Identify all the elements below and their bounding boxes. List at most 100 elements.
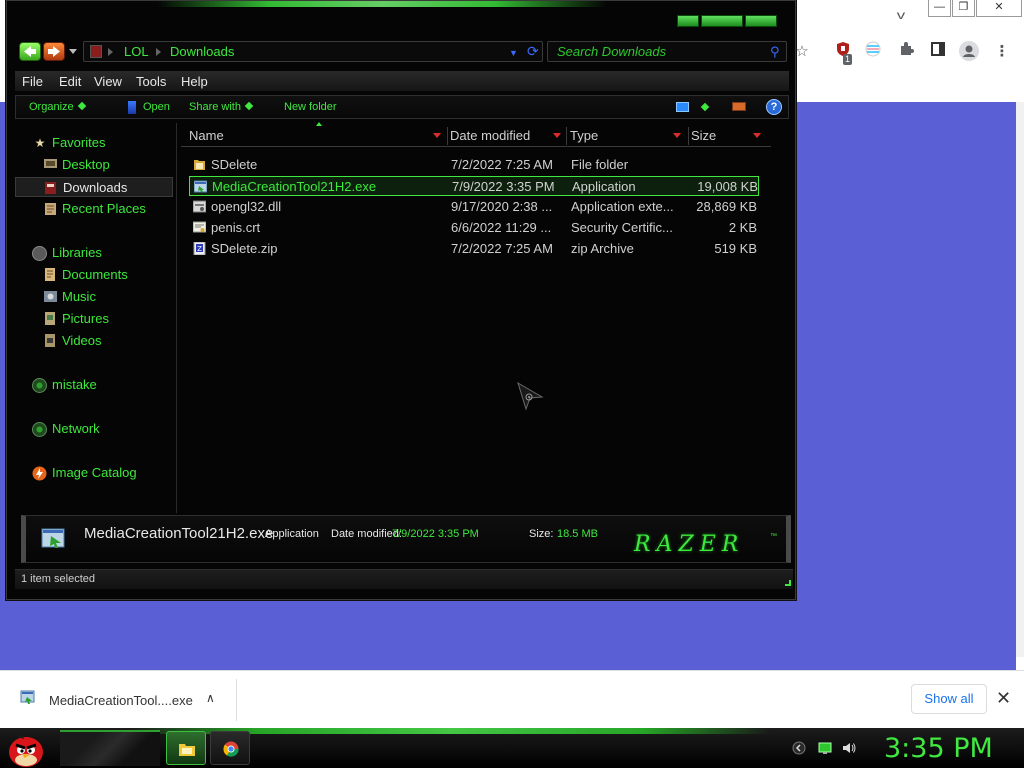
resize-grip-icon[interactable] (785, 580, 791, 586)
star-icon: ★ (34, 136, 46, 150)
column-name-dropdown-icon[interactable] (433, 133, 441, 138)
exe-file-icon (20, 690, 35, 704)
nav-favorites[interactable]: ★ Favorites (15, 133, 173, 153)
download-item-name[interactable]: MediaCreationTool....exe (49, 693, 193, 708)
file-date: 7/9/2022 3:35 PM (452, 179, 555, 194)
column-header-type[interactable]: Type (562, 125, 686, 147)
minimize-button[interactable] (677, 15, 699, 27)
music-icon (43, 290, 57, 304)
file-type: Security Certific... (571, 220, 673, 235)
menu-edit[interactable]: Edit (59, 74, 81, 89)
nav-documents[interactable]: Documents (15, 265, 173, 285)
dll-icon (193, 200, 206, 213)
nav-image-catalog[interactable]: Image Catalog (15, 463, 173, 483)
browser-scrollbar[interactable] (1016, 102, 1024, 657)
help-icon[interactable]: ? (766, 99, 782, 115)
nav-videos[interactable]: Videos (15, 331, 173, 351)
column-size-dropdown-icon[interactable] (753, 133, 761, 138)
nav-image-catalog-label: Image Catalog (52, 465, 137, 480)
browser-menu-icon[interactable]: ⋮ (991, 41, 1013, 63)
nav-downloads[interactable]: Downloads (15, 177, 173, 197)
tray-volume-icon[interactable] (842, 741, 856, 755)
nav-mistake[interactable]: mistake (15, 375, 173, 395)
nav-music[interactable]: Music (15, 287, 173, 307)
start-angry-bird-icon[interactable] (6, 730, 46, 768)
breadcrumb-downloads[interactable]: Downloads (170, 44, 234, 59)
navigation-pane: ★ Favorites Desktop Downloads Recent Pla… (15, 125, 173, 511)
taskbar-explorer-button[interactable] (166, 731, 206, 765)
nav-network[interactable]: Network (15, 419, 173, 439)
preview-pane-icon[interactable] (732, 102, 746, 111)
download-options-chevron-icon[interactable]: ∧ (206, 691, 215, 705)
documents-icon (43, 268, 57, 282)
refresh-icon[interactable]: ⟳ (527, 43, 539, 60)
show-all-button[interactable]: Show all (911, 684, 987, 714)
file-row[interactable]: SDelete 7/2/2022 7:25 AM File folder (189, 155, 759, 175)
nav-mistake-label: mistake (52, 377, 97, 392)
file-size: 519 KB (714, 241, 757, 256)
address-bar[interactable]: LOL Downloads ▼ ⟳ (83, 41, 543, 62)
command-bar: Organize Open Share with New folder ? (15, 95, 789, 119)
pictures-icon (43, 312, 57, 326)
browser-minimize-button[interactable]: — (928, 0, 951, 17)
organize-button[interactable]: Organize (29, 101, 86, 113)
file-row[interactable]: penis.crt 6/6/2022 11:29 ... Security Ce… (189, 218, 759, 238)
certificate-icon (193, 221, 206, 233)
file-name: SDelete (211, 157, 258, 172)
file-size: 19,008 KB (697, 179, 758, 194)
tab-search-chevron-icon[interactable]: v (897, 8, 905, 22)
menu-tools[interactable]: Tools (136, 74, 166, 89)
taskbar-clock[interactable]: 3:35 PM (884, 733, 993, 764)
address-dropdown-icon[interactable]: ▼ (509, 48, 518, 58)
menu-help[interactable]: Help (181, 74, 208, 89)
nav-libraries[interactable]: Libraries (15, 243, 173, 263)
browser-restore-button[interactable]: ❐ (952, 0, 975, 17)
close-button[interactable] (745, 15, 777, 27)
column-header-name[interactable]: Name (181, 125, 445, 147)
back-arrow-icon (24, 46, 36, 57)
pane-divider[interactable] (176, 123, 177, 513)
details-size-label: Size: (529, 528, 554, 540)
view-options-dropdown-icon[interactable] (700, 102, 710, 112)
exe-large-icon (41, 528, 65, 548)
side-panel-icon[interactable] (927, 41, 949, 63)
taskbar (0, 728, 1024, 768)
open-button[interactable]: Open (143, 101, 170, 113)
share-with-button[interactable]: Share with (189, 101, 254, 113)
file-row[interactable]: Z SDelete.zip 7/2/2022 7:25 AM zip Archi… (189, 239, 759, 259)
column-header-size[interactable]: Size (683, 125, 771, 147)
column-header-date-modified[interactable]: Date modified (442, 125, 564, 147)
download-shelf: MediaCreationTool....exe ∧ Show all ✕ (0, 670, 1024, 728)
nav-pictures[interactable]: Pictures (15, 309, 173, 329)
nav-desktop[interactable]: Desktop (15, 155, 173, 175)
new-folder-button[interactable]: New folder (284, 101, 337, 113)
extension-flag-icon[interactable] (862, 41, 884, 63)
breadcrumb-separator-icon[interactable] (156, 48, 161, 56)
file-row[interactable]: MediaCreationTool21H2.exe 7/9/2022 3:35 … (189, 176, 759, 196)
nav-recent-places[interactable]: Recent Places (15, 199, 173, 219)
recent-pages-chevron-icon[interactable] (69, 49, 77, 54)
profile-avatar-icon[interactable] (958, 41, 980, 63)
back-button[interactable] (19, 42, 41, 61)
search-icon[interactable]: ⚲ (770, 44, 780, 60)
breadcrumb-lol[interactable]: LOL (124, 44, 149, 59)
column-date-dropdown-icon[interactable] (553, 133, 561, 138)
forward-button[interactable] (43, 42, 65, 61)
extensions-puzzle-icon[interactable] (895, 41, 917, 63)
browser-close-button[interactable]: ✕ (976, 0, 1022, 17)
menu-file[interactable]: File (22, 74, 43, 89)
maximize-button[interactable] (701, 15, 743, 27)
breadcrumb-separator-icon[interactable] (108, 48, 113, 56)
column-type-dropdown-icon[interactable] (673, 133, 681, 138)
status-text: 1 item selected (21, 573, 95, 585)
search-input[interactable]: Search Downloads ⚲ (547, 41, 787, 62)
status-bar: 1 item selected (15, 569, 793, 589)
close-download-shelf-icon[interactable]: ✕ (996, 688, 1011, 709)
change-view-icon[interactable] (676, 102, 689, 112)
menu-view[interactable]: View (94, 74, 122, 89)
taskbar-chrome-button[interactable] (210, 731, 250, 765)
file-row[interactable]: opengl32.dll 9/17/2020 2:38 ... Applicat… (189, 197, 759, 217)
title-glow (157, 1, 607, 7)
tray-network-icon[interactable] (818, 741, 832, 755)
tray-show-hidden-icon[interactable] (792, 741, 806, 755)
